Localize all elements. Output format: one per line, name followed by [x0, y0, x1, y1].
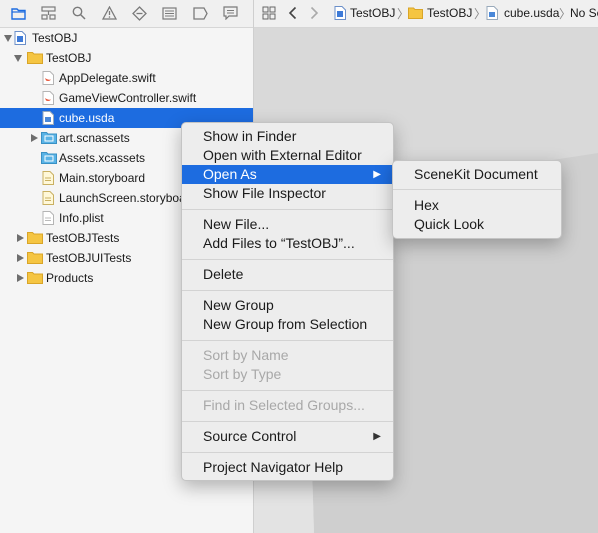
breadcrumb-selection[interactable]: No Se: [570, 6, 598, 20]
breakpoint-icon[interactable]: [192, 5, 208, 21]
submenu-arrow-icon: ▶: [373, 431, 381, 442]
warning-icon[interactable]: [101, 5, 117, 21]
tree-item-label: art.scnassets: [59, 131, 130, 145]
menu-item-label: Source Control: [203, 428, 297, 444]
menu-separator: [182, 390, 393, 391]
disclosure-open-icon[interactable]: [3, 33, 13, 43]
folder-icon: [27, 251, 43, 265]
tree-item-label: GameViewController.swift: [59, 91, 197, 105]
tree-item-label: cube.usda: [59, 111, 115, 125]
blue-folder-icon: [41, 131, 57, 145]
breadcrumb-separator: 〉: [474, 7, 487, 21]
tree-item-label: Assets.xcassets: [59, 151, 146, 165]
editor-jump-bar: TestOBJ 〉 TestOBJ 〉 cube.usda 〉 No Se: [254, 0, 598, 28]
tree-item-label: LaunchScreen.storyboard: [59, 191, 197, 205]
tree-item-file[interactable]: AppDelegate.swift: [0, 68, 253, 88]
hierarchy-icon[interactable]: [40, 5, 56, 21]
submenu-item-hex[interactable]: Hex: [393, 196, 561, 215]
blue-folder-icon: [41, 151, 57, 165]
menu-separator: [182, 290, 393, 291]
test-diamond-icon[interactable]: [131, 5, 147, 21]
tree-item-project[interactable]: TestOBJ: [0, 28, 253, 48]
disclosure-open-icon[interactable]: [13, 53, 23, 63]
menu-item-show-in-finder[interactable]: Show in Finder: [182, 127, 393, 146]
folder-icon: [27, 271, 43, 285]
menu-item-add-files[interactable]: Add Files to “TestOBJ”...: [182, 234, 393, 253]
document-icon: [42, 111, 56, 125]
folder-icon: [27, 231, 43, 245]
menu-item-show-file-inspector[interactable]: Show File Inspector: [182, 184, 393, 203]
breadcrumb-file[interactable]: cube.usda: [504, 6, 559, 20]
menu-item-sort-by-type: Sort by Type: [203, 366, 282, 382]
menu-item-label: Open As: [203, 166, 257, 182]
menu-separator: [182, 259, 393, 260]
navigator-toolbar: [0, 0, 253, 28]
debug-icon[interactable]: [161, 5, 177, 21]
menu-separator: [182, 209, 393, 210]
menu-separator: [182, 421, 393, 422]
submenu-item-quick-look[interactable]: Quick Look: [393, 215, 561, 234]
related-items-icon[interactable]: [262, 6, 276, 23]
menu-separator: [393, 189, 561, 190]
disclosure-closed-icon[interactable]: [15, 273, 25, 283]
menu-item-source-control[interactable]: Source Control ▶: [182, 427, 393, 446]
tree-item-label: TestOBJUITests: [46, 251, 132, 265]
menu-item-new-group[interactable]: New Group: [182, 296, 393, 315]
back-arrow-icon[interactable]: [288, 6, 297, 23]
menu-item-open-external-editor[interactable]: Open with External Editor: [182, 146, 393, 165]
document-icon: [486, 6, 498, 23]
tree-item-label: Info.plist: [59, 211, 104, 225]
plist-file-icon: [42, 211, 56, 225]
tree-item-label: TestOBJ: [46, 51, 92, 65]
tree-item-label: TestOBJTests: [46, 231, 120, 245]
menu-item-new-group-from-selection[interactable]: New Group from Selection: [182, 315, 393, 334]
breadcrumb-group[interactable]: TestOBJ: [427, 6, 472, 20]
folder-icon: [408, 7, 423, 22]
menu-separator: [182, 340, 393, 341]
menu-item-project-navigator-help[interactable]: Project Navigator Help: [182, 458, 393, 477]
menu-separator: [182, 452, 393, 453]
search-icon[interactable]: [71, 5, 87, 21]
open-as-submenu: SceneKit Document Hex Quick Look: [392, 160, 562, 239]
xcode-project-icon: [334, 6, 346, 23]
tree-item-label: AppDelegate.swift: [59, 71, 156, 85]
tree-item-label: Main.storyboard: [59, 171, 146, 185]
folder-icon: [27, 51, 43, 65]
context-menu: Show in Finder Open with External Editor…: [181, 122, 394, 481]
tree-item-label: TestOBJ: [32, 31, 78, 45]
menu-item-new-file[interactable]: New File...: [182, 215, 393, 234]
disclosure-closed-icon[interactable]: [29, 133, 39, 143]
tree-item-folder[interactable]: TestOBJ: [0, 48, 253, 68]
submenu-item-scenekit-document[interactable]: SceneKit Document: [393, 165, 561, 184]
folder-icon[interactable]: [10, 5, 26, 21]
menu-item-sort-by-name: Sort by Name: [203, 347, 289, 363]
xcode-project-icon: [14, 31, 28, 45]
tree-item-label: Products: [46, 271, 94, 285]
storyboard-icon: [42, 171, 56, 185]
submenu-arrow-icon: ▶: [373, 169, 381, 180]
menu-item-find-in-groups: Find in Selected Groups...: [203, 397, 365, 413]
report-icon[interactable]: [222, 5, 238, 21]
tree-item-file[interactable]: GameViewController.swift: [0, 88, 253, 108]
disclosure-closed-icon[interactable]: [15, 253, 25, 263]
disclosure-closed-icon[interactable]: [15, 233, 25, 243]
swift-file-icon: [42, 71, 56, 85]
storyboard-icon: [42, 191, 56, 205]
breadcrumb-project[interactable]: TestOBJ: [350, 6, 395, 20]
forward-arrow-icon[interactable]: [310, 6, 319, 23]
menu-item-delete[interactable]: Delete: [182, 265, 393, 284]
menu-item-open-as[interactable]: Open As ▶: [182, 165, 393, 184]
swift-file-icon: [42, 91, 56, 105]
